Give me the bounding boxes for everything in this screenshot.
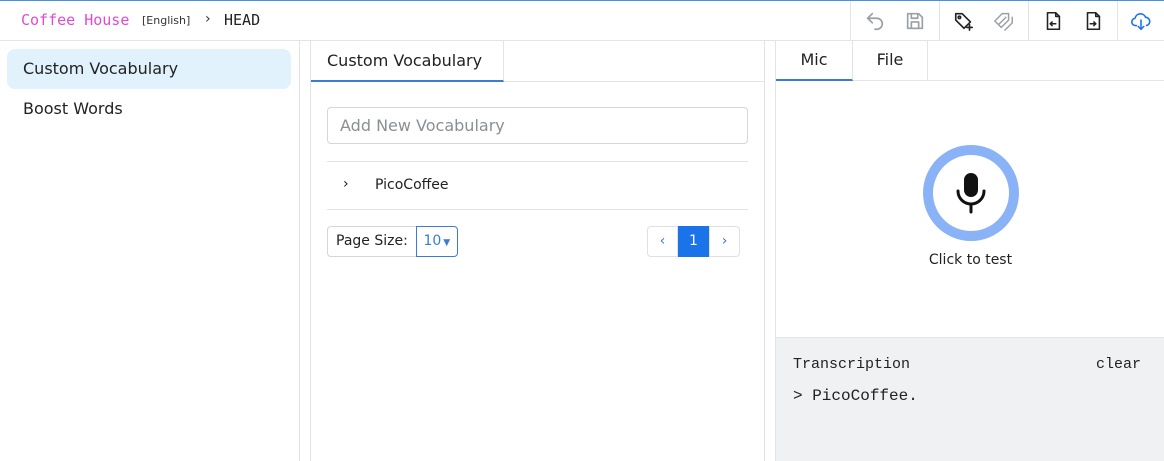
save-button[interactable]: [893, 1, 937, 41]
page-size-label: Page Size:: [327, 226, 416, 257]
breadcrumb-separator: ›: [205, 11, 211, 27]
add-tag-icon: [954, 12, 974, 31]
sidebar-item-boost-words[interactable]: Boost Words: [7, 89, 291, 129]
chevron-right-icon[interactable]: ›: [343, 176, 349, 192]
vocabulary-tabs: Custom Vocabulary: [311, 41, 764, 82]
page-size-select[interactable]: 10 ▼: [415, 226, 458, 257]
sidebar: Custom Vocabulary Boost Words: [0, 41, 300, 461]
cloud-download-icon: [1131, 13, 1151, 31]
export-button[interactable]: [1071, 1, 1115, 41]
next-page-button[interactable]: ›: [709, 226, 740, 257]
mic-caption: Click to test: [928, 252, 1013, 268]
mic-button[interactable]: [923, 145, 1019, 241]
file-toolbar: [1028, 1, 1117, 41]
undo-button[interactable]: [853, 1, 897, 41]
import-file-icon: [1046, 11, 1061, 31]
cloud-download-button[interactable]: [1119, 1, 1163, 41]
page-1-button[interactable]: 1: [678, 226, 709, 257]
vocabulary-panel: Custom Vocabulary › PicoCoffee Page Size…: [310, 41, 765, 461]
transcription-area: Transcription clear > PicoCoffee.: [776, 337, 1164, 461]
page-size-control: Page Size: 10 ▼: [327, 226, 458, 257]
mic-button-inner: [933, 155, 1009, 231]
microphone-icon: [956, 173, 986, 214]
pagination: ‹ 1 ›: [647, 226, 740, 257]
transcription-text: > PicoCoffee.: [793, 387, 918, 405]
list-item[interactable]: › PicoCoffee: [327, 162, 748, 209]
top-bar: Coffee House [English] › HEAD: [0, 0, 1164, 41]
import-button[interactable]: [1031, 1, 1075, 41]
project-title[interactable]: Coffee House: [21, 11, 129, 29]
export-file-icon: [1086, 11, 1101, 31]
tag-toolbar: [939, 1, 1028, 41]
sidebar-item-custom-vocabulary[interactable]: Custom Vocabulary: [7, 49, 291, 89]
add-tag-button[interactable]: [942, 1, 986, 41]
tags-icon: [994, 12, 1013, 31]
save-icon: [906, 12, 924, 30]
test-panel: Mic File Click to test Transcription cle…: [775, 41, 1164, 461]
tab-custom-vocabulary[interactable]: Custom Vocabulary: [311, 41, 504, 82]
language-label: [English]: [142, 14, 191, 27]
tags-button[interactable]: [982, 1, 1026, 41]
history-toolbar: [850, 1, 939, 41]
prev-page-button[interactable]: ‹: [647, 226, 678, 257]
cloud-toolbar: [1117, 1, 1164, 41]
caret-down-icon: ▼: [443, 238, 451, 248]
branch-name[interactable]: HEAD: [224, 11, 260, 29]
undo-icon: [866, 12, 884, 31]
test-tabs: Mic File: [776, 41, 1164, 81]
page-size-value: 10: [423, 233, 442, 249]
add-vocabulary-input[interactable]: [327, 107, 748, 144]
tab-file[interactable]: File: [853, 41, 928, 81]
transcription-label: Transcription: [793, 356, 911, 373]
tab-mic[interactable]: Mic: [776, 41, 853, 81]
vocabulary-item-label: PicoCoffee: [375, 177, 449, 193]
vocabulary-list: › PicoCoffee: [327, 161, 748, 210]
clear-button[interactable]: clear: [1096, 356, 1141, 373]
